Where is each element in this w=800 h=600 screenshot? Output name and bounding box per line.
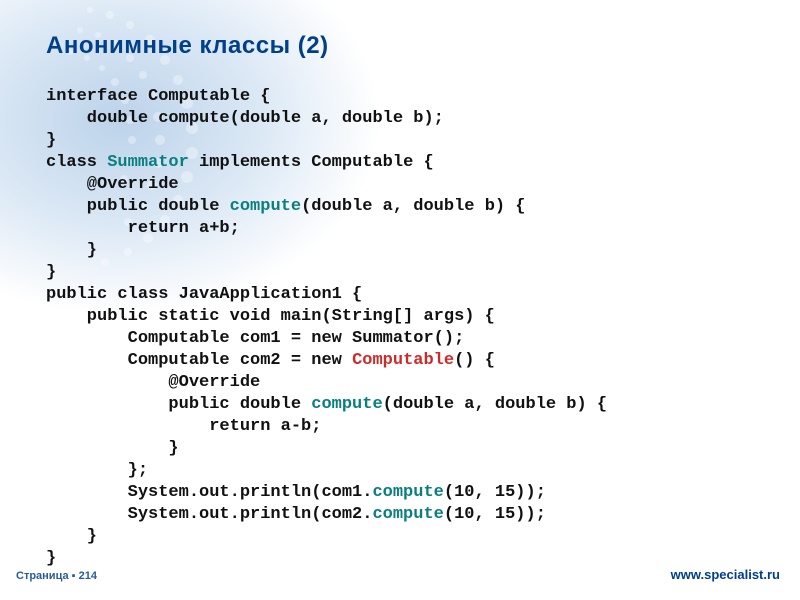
code-line: public class JavaApplication1 {	[46, 285, 362, 304]
code-line: return a-b;	[46, 417, 321, 436]
page-number: Страница ▪ 214	[16, 570, 97, 582]
method-name: compute	[311, 395, 382, 414]
code-line: public double	[46, 197, 230, 216]
code-line: (double a, double b) {	[301, 197, 525, 216]
slide-title: Анонимные классы (2)	[46, 32, 329, 60]
code-line: class	[46, 153, 107, 172]
code-line: };	[46, 461, 148, 480]
code-line: () {	[454, 351, 495, 370]
site-url: www.specialist.ru	[671, 567, 780, 582]
code-line: implements Computable {	[189, 153, 434, 172]
method-name: compute	[230, 197, 301, 216]
code-block: interface Computable { double compute(do…	[46, 86, 607, 570]
code-line: System.out.println(com2.	[46, 505, 372, 524]
class-ref: Computable	[352, 351, 454, 370]
code-line: @Override	[46, 175, 179, 194]
slide: Анонимные классы (2) interface Computabl…	[0, 0, 800, 600]
code-line: (double a, double b) {	[383, 395, 607, 414]
method-call: compute	[372, 483, 443, 502]
code-line: (10, 15));	[444, 505, 546, 524]
code-line: public static void main(String[] args) {	[46, 307, 495, 326]
code-line: }	[46, 527, 97, 546]
code-line: @Override	[46, 373, 260, 392]
code-line: (10, 15));	[444, 483, 546, 502]
code-line: }	[46, 263, 56, 282]
code-line: double compute(double a, double b);	[46, 109, 444, 128]
code-line: }	[46, 241, 97, 260]
method-call: compute	[372, 505, 443, 524]
code-line: public double	[46, 395, 311, 414]
class-name: Summator	[107, 153, 189, 172]
code-line: }	[46, 549, 56, 568]
code-line: interface Computable {	[46, 87, 270, 106]
code-line: }	[46, 131, 56, 150]
code-line: }	[46, 439, 179, 458]
code-line: return a+b;	[46, 219, 240, 238]
code-line: Computable com1 = new Summator();	[46, 329, 464, 348]
code-line: System.out.println(com1.	[46, 483, 372, 502]
code-line: Computable com2 = new	[46, 351, 352, 370]
